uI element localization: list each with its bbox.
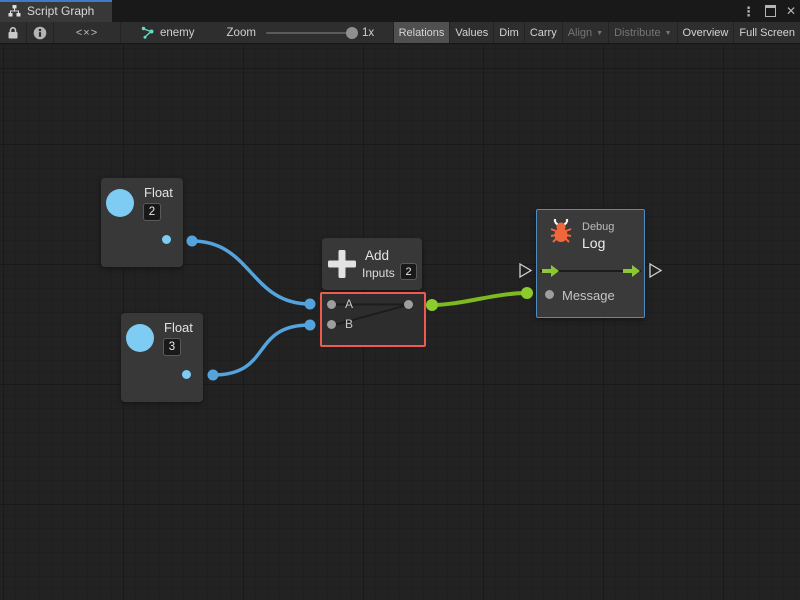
float-value-field[interactable]: 2 <box>143 203 161 221</box>
carry-button-label: Carry <box>530 27 557 39</box>
distribute-dropdown[interactable]: Distribute ▼ <box>608 22 676 43</box>
info-button[interactable] <box>27 22 54 43</box>
script-graph-asset-icon <box>141 26 155 40</box>
chevron-down-icon: ▼ <box>665 30 672 37</box>
align-dropdown[interactable]: Align ▼ <box>562 22 608 43</box>
float-node-1[interactable]: Float 2 <box>101 178 183 267</box>
add-inputs-label: Inputs <box>362 266 395 280</box>
chevron-down-icon: ▼ <box>596 30 603 37</box>
close-icon[interactable]: ✕ <box>786 5 796 17</box>
zoom-value: 1x <box>362 27 374 39</box>
values-button[interactable]: Values <box>449 22 493 43</box>
info-icon <box>33 26 47 40</box>
float-node-2[interactable]: Float 3 <box>121 313 203 402</box>
float-node-title: Float <box>144 185 173 200</box>
plus-icon <box>328 250 356 278</box>
add-input-a-port[interactable] <box>327 300 336 309</box>
overview-button[interactable]: Overview <box>677 22 734 43</box>
add-output-port[interactable] <box>404 300 413 309</box>
lock-button[interactable] <box>0 22 27 43</box>
message-port-label: Message <box>562 288 615 303</box>
float-value-field[interactable]: 3 <box>163 338 181 356</box>
align-dropdown-label: Align <box>568 27 592 39</box>
flow-input-arrow-icon[interactable] <box>542 265 559 277</box>
debug-node-title: Log <box>582 235 605 251</box>
add-port-a-label: A <box>345 297 353 311</box>
code-view-button[interactable]: <×> <box>54 22 121 43</box>
graph-toolbar: <×> enemy Zoom 1x Relations Values <box>0 22 800 44</box>
message-input-port[interactable] <box>545 290 554 299</box>
add-node-body[interactable]: A B <box>320 292 426 347</box>
add-node-title: Add <box>365 248 389 263</box>
dim-button[interactable]: Dim <box>493 22 524 43</box>
toolbar-spacer <box>374 22 392 43</box>
relations-button[interactable]: Relations <box>393 22 450 43</box>
bug-icon <box>547 217 575 245</box>
add-input-b-port[interactable] <box>327 320 336 329</box>
zoom-slider-handle[interactable] <box>346 27 358 39</box>
window-controls: ⋮ ✕ <box>742 0 796 22</box>
maximize-icon[interactable] <box>765 5 776 17</box>
float-node-title: Float <box>164 320 193 335</box>
dim-button-label: Dim <box>499 27 519 39</box>
relations-button-label: Relations <box>399 27 445 39</box>
active-tab-accent <box>0 0 112 2</box>
script-graph-window: Script Graph ⋮ ✕ <×> <box>0 0 800 600</box>
full-screen-button-label: Full Screen <box>739 27 795 39</box>
graph-asset-reference[interactable]: enemy <box>141 22 195 43</box>
tab-title: Script Graph <box>27 4 94 18</box>
float-port-icon[interactable] <box>126 324 154 352</box>
tab-bar: Script Graph ⋮ ✕ <box>0 0 800 22</box>
carry-button[interactable]: Carry <box>524 22 562 43</box>
distribute-dropdown-label: Distribute <box>614 27 660 39</box>
float-output-port[interactable] <box>162 235 171 244</box>
code-view-icon: <×> <box>76 27 98 39</box>
tab-script-graph[interactable]: Script Graph <box>0 0 112 22</box>
overview-button-label: Overview <box>683 27 729 39</box>
lock-icon <box>7 26 19 40</box>
add-node-header[interactable]: Add Inputs 2 <box>322 238 422 290</box>
float-output-port[interactable] <box>182 370 191 379</box>
debug-log-node[interactable]: Debug Log Message <box>536 209 645 318</box>
debug-node-category: Debug <box>582 221 614 233</box>
zoom-slider[interactable] <box>266 32 352 34</box>
values-button-label: Values <box>455 27 488 39</box>
float-port-icon[interactable] <box>106 189 134 217</box>
zoom-label: Zoom <box>227 27 256 39</box>
flow-output-arrow-icon[interactable] <box>623 265 640 277</box>
window-menu-icon[interactable]: ⋮ <box>742 5 755 18</box>
toolbar-buttons: Relations Values Dim Carry Align ▼ Distr… <box>393 22 800 43</box>
graph-asset-name: enemy <box>160 27 195 39</box>
zoom-control: Zoom 1x <box>227 22 375 43</box>
full-screen-button[interactable]: Full Screen <box>733 22 800 43</box>
add-port-b-label: B <box>345 317 353 331</box>
add-inputs-count-field[interactable]: 2 <box>400 263 417 280</box>
graph-hierarchy-icon <box>8 5 21 17</box>
